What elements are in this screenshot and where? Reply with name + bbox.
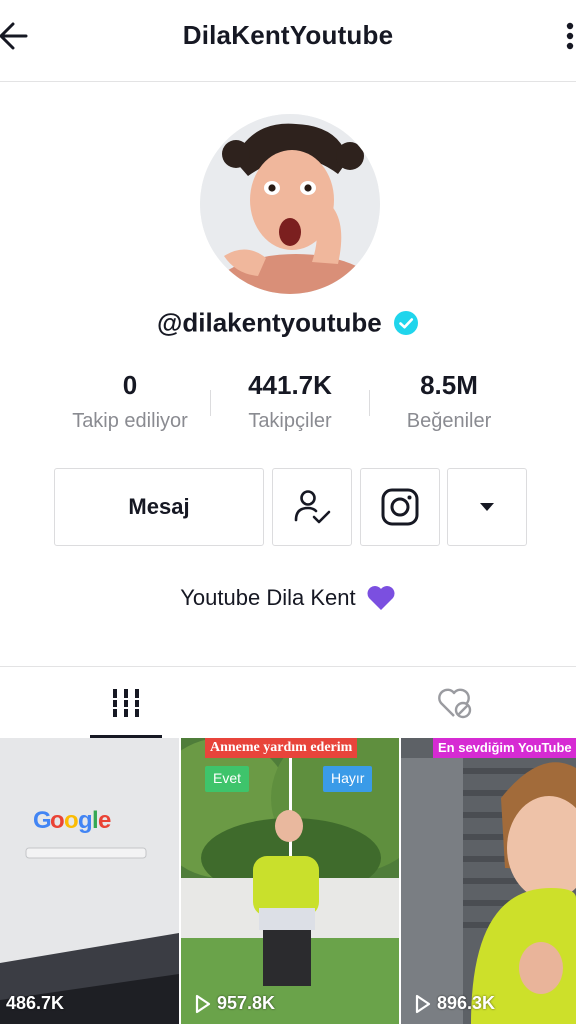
poll-option-yes: Evet bbox=[205, 766, 250, 792]
stat-likes[interactable]: 8.5M Beğeniler bbox=[374, 368, 524, 433]
grid-icon bbox=[112, 689, 140, 717]
svg-text:o: o bbox=[50, 807, 65, 834]
likes-count: 8.5M bbox=[420, 370, 478, 400]
caret-down-icon bbox=[480, 503, 494, 511]
play-icon bbox=[415, 994, 431, 1013]
more-options-button[interactable] bbox=[560, 14, 576, 58]
bio: Youtube Dila Kent bbox=[0, 584, 576, 611]
video-thumbnail[interactable]: En sevdiğim YouTube 896.3K bbox=[401, 738, 576, 1024]
view-count: 486.7K bbox=[6, 993, 64, 1014]
video-grid: G o o g l e 486.7K Anneme yardım ederim … bbox=[0, 738, 576, 1024]
following-button[interactable] bbox=[272, 468, 352, 546]
stat-following[interactable]: 0 Takip ediliyor bbox=[55, 368, 205, 433]
following-label: Takip ediliyor bbox=[72, 410, 188, 432]
verified-badge-icon bbox=[393, 311, 418, 336]
stat-divider bbox=[369, 390, 370, 416]
tab-videos[interactable] bbox=[90, 667, 162, 739]
play-icon bbox=[195, 994, 211, 1013]
svg-text:e: e bbox=[98, 807, 111, 834]
video-thumbnail[interactable]: Anneme yardım ederim Evet Hayır 957.8K bbox=[181, 738, 399, 1024]
view-count-value: 486.7K bbox=[6, 993, 65, 1013]
more-actions-dropdown[interactable] bbox=[447, 468, 527, 546]
poll-option-no: Hayır bbox=[323, 766, 373, 792]
instagram-button[interactable] bbox=[360, 468, 440, 546]
video-caption: En sevdiğim YouTube bbox=[433, 738, 576, 758]
avatar[interactable] bbox=[200, 114, 380, 294]
view-count: 896.3K bbox=[415, 993, 495, 1014]
top-bar: DilaKentYoutube bbox=[0, 0, 576, 82]
google-logo-text: G bbox=[33, 807, 52, 834]
purple-heart-icon bbox=[367, 586, 395, 611]
svg-text:o: o bbox=[64, 807, 79, 834]
following-check-icon bbox=[294, 490, 331, 524]
likes-label: Beğeniler bbox=[406, 410, 492, 432]
stat-followers[interactable]: 441.7K Takipçiler bbox=[215, 368, 365, 433]
message-button[interactable]: Mesaj bbox=[54, 468, 264, 546]
more-vertical-icon bbox=[566, 22, 574, 50]
page-title: DilaKentYoutube bbox=[182, 20, 394, 50]
following-count: 0 bbox=[122, 370, 138, 400]
video-thumbnail[interactable]: G o o g l e 486.7K bbox=[0, 738, 179, 1024]
username: @dilakentyoutube bbox=[157, 307, 382, 338]
stat-divider bbox=[210, 390, 211, 416]
view-count: 957.8K bbox=[195, 993, 275, 1014]
view-count-value: 957.8K bbox=[217, 993, 276, 1013]
view-count-value: 896.3K bbox=[437, 993, 496, 1013]
tab-liked[interactable] bbox=[420, 667, 490, 739]
liked-hidden-icon bbox=[438, 688, 472, 719]
instagram-icon bbox=[381, 488, 419, 526]
username-row: @dilakentyoutube bbox=[0, 306, 576, 342]
svg-text:g: g bbox=[78, 807, 93, 834]
followers-label: Takipçiler bbox=[248, 410, 332, 432]
bio-text: Youtube Dila Kent bbox=[180, 585, 356, 611]
profile-tabs bbox=[0, 666, 576, 738]
video-caption: Anneme yardım ederim bbox=[205, 738, 358, 758]
followers-count: 441.7K bbox=[248, 370, 332, 400]
